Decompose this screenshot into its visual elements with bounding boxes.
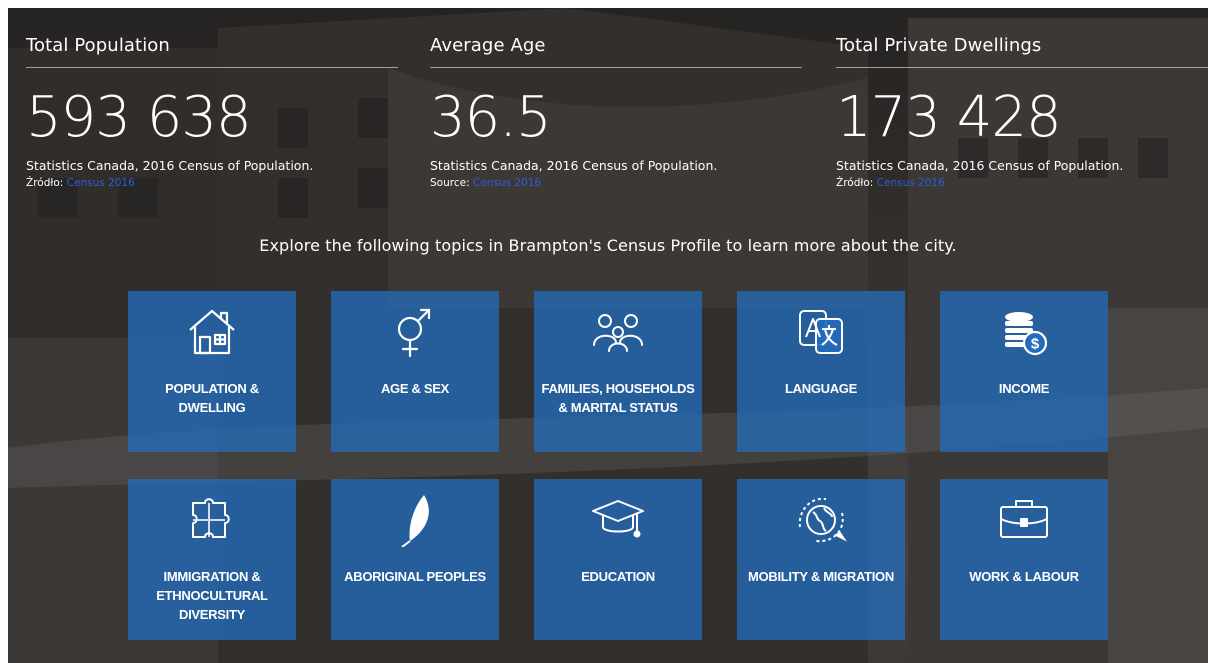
topic-population-dwelling-tile[interactable]: POPULATION & DWELLING: [128, 291, 296, 452]
topic-label: FAMILIES, HOUSEHOLDS & MARITAL STATUS: [541, 381, 695, 415]
topic-age-sex-tile[interactable]: AGE & SEX: [331, 291, 499, 452]
topic-income-tile[interactable]: $ INCOME: [940, 291, 1108, 452]
census-hero: Total Population 593 638 Statistics Cana…: [8, 8, 1208, 663]
family-icon: [593, 314, 643, 352]
stat-title: Average Age: [430, 35, 802, 68]
stat-title: Total Population: [26, 35, 398, 68]
svg-text:$: $: [1031, 336, 1040, 353]
stat-source-link-row: Źródło: Census 2016: [26, 177, 398, 189]
stat-value: 173 428: [836, 85, 1062, 150]
stat-average-age: Average Age 36.5 Statistics Canada, 2016…: [430, 8, 802, 189]
topic-label: POPULATION & DWELLING: [165, 381, 259, 415]
house-icon: [189, 309, 235, 355]
census-link[interactable]: Census 2016: [877, 177, 945, 189]
topic-label: INCOME: [998, 381, 1050, 396]
stat-link-prefix: Source:: [430, 177, 470, 189]
coins-icon: $: [1005, 312, 1048, 356]
graduation-cap-icon: [592, 500, 644, 538]
topic-label: EDUCATION: [581, 569, 655, 584]
census-link[interactable]: Census 2016: [67, 177, 135, 189]
puzzle-icon: [192, 498, 230, 538]
stat-source: Statistics Canada, 2016 Census of Popula…: [26, 158, 314, 173]
topic-aboriginal-peoples-tile[interactable]: ABORIGINAL PEOPLES: [331, 479, 499, 640]
topic-label: AGE & SEX: [380, 381, 450, 396]
topic-label: LANGUAGE: [785, 381, 857, 396]
topic-families-households-tile[interactable]: FAMILIES, HOUSEHOLDS & MARITAL STATUS: [534, 291, 702, 452]
feather-icon: [401, 495, 429, 547]
topic-label: IMMIGRATION & ETHNOCULTURAL DIVERSITY: [156, 569, 268, 622]
stat-source-link-row: Źródło: Census 2016: [836, 177, 1208, 189]
briefcase-icon: [1000, 500, 1048, 538]
stat-source: Statistics Canada, 2016 Census of Popula…: [836, 158, 1124, 173]
topic-mobility-migration-tile[interactable]: MOBILITY & MIGRATION: [737, 479, 905, 640]
stat-link-prefix: Źródło:: [836, 177, 874, 189]
stat-source: Statistics Canada, 2016 Census of Popula…: [430, 158, 718, 173]
globe-plane-icon: [798, 497, 847, 543]
topic-work-labour-tile[interactable]: WORK & LABOUR: [940, 479, 1108, 640]
topic-label: ABORIGINAL PEOPLES: [344, 569, 486, 584]
stat-source-link-row: Source: Census 2016: [430, 177, 802, 189]
translate-icon: [799, 310, 843, 354]
stat-link-prefix: Źródło:: [26, 177, 64, 189]
topic-education-tile[interactable]: EDUCATION: [534, 479, 702, 640]
stat-title: Total Private Dwellings: [836, 35, 1208, 68]
stat-value: 593 638: [26, 85, 252, 150]
topic-label: MOBILITY & MIGRATION: [748, 569, 894, 584]
intro-text: Explore the following topics in Brampton…: [259, 236, 957, 255]
topic-immigration-diversity-tile[interactable]: IMMIGRATION & ETHNOCULTURAL DIVERSITY: [128, 479, 296, 640]
topic-label: WORK & LABOUR: [969, 569, 1079, 584]
stat-total-population: Total Population 593 638 Statistics Cana…: [26, 8, 398, 189]
stat-value: 36.5: [430, 85, 552, 150]
census-link[interactable]: Census 2016: [473, 177, 541, 189]
stat-total-private-dwellings: Total Private Dwellings 173 428 Statisti…: [836, 8, 1208, 189]
topic-language-tile[interactable]: LANGUAGE: [737, 291, 905, 452]
gender-symbol-icon: [397, 308, 431, 358]
